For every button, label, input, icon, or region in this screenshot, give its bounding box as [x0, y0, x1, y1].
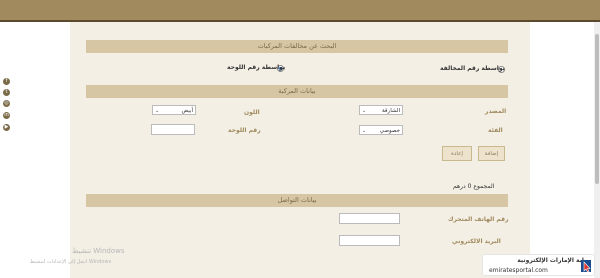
total-amount: المجموع 0 درهم: [453, 183, 495, 190]
vehicle-section-header: بيانات المركبة: [86, 85, 508, 98]
plate-number-input[interactable]: [151, 124, 195, 135]
top-banner: [0, 0, 600, 20]
chevron-down-icon: ⌄: [362, 108, 367, 114]
search-section-header: البحث عن مخالفات المركبات: [86, 40, 508, 53]
facebook-icon[interactable]: f: [3, 78, 10, 85]
emirates-portal-logo: بوابة الإمارات الإلكترونية emiratesporta…: [482, 254, 595, 276]
chevron-down-icon: ⌄: [155, 108, 160, 114]
youtube-icon[interactable]: ▶: [3, 124, 10, 131]
windows-activation-hint: انتقل إلى الإعدادات لتنشيط Windows: [30, 259, 112, 265]
reset-button[interactable]: إعادة: [442, 146, 472, 161]
windows-activation-title: تنشيط Windows: [72, 247, 125, 255]
radio-by-plate-number-label: بواسطة رقم اللوحة: [227, 64, 286, 71]
mobile-label: رقم الهاتف المتحرك: [448, 216, 509, 223]
instagram-icon[interactable]: ◎: [3, 100, 10, 107]
cursor-icon: [581, 260, 591, 273]
source-label: المصدر: [485, 108, 507, 115]
category-select[interactable]: خصوصي ⌄: [359, 125, 403, 135]
portal-url: emiratesportal.com: [489, 267, 548, 274]
plate-number-label: رقم اللوحة: [228, 127, 261, 134]
chevron-down-icon: ⌄: [362, 128, 367, 134]
email-input[interactable]: [339, 235, 400, 246]
twitter-icon[interactable]: t: [3, 89, 10, 96]
contact-section-header: بيانات التواصل: [86, 194, 508, 207]
mobile-input[interactable]: [339, 213, 400, 224]
color-label: اللون: [244, 109, 260, 116]
category-label: الفئة: [488, 127, 503, 134]
color-select[interactable]: أبيض ⌄: [152, 105, 196, 115]
source-select[interactable]: الشارقة ⌄: [359, 105, 403, 115]
radio-by-fine-number-label: بواسطة رقم المخالفة: [440, 65, 505, 72]
email-label: البريد الالكتروني: [452, 238, 501, 245]
page-scrollbar-thumb[interactable]: [595, 34, 599, 184]
add-button[interactable]: إضافة: [478, 146, 505, 161]
linkedin-icon[interactable]: in: [3, 112, 10, 119]
